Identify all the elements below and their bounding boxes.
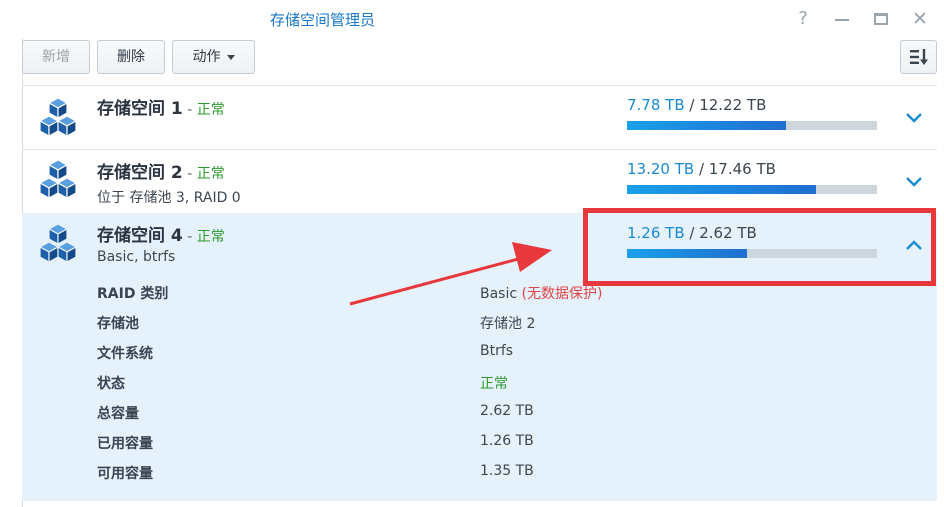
annotation-arrow-icon — [349, 242, 552, 306]
